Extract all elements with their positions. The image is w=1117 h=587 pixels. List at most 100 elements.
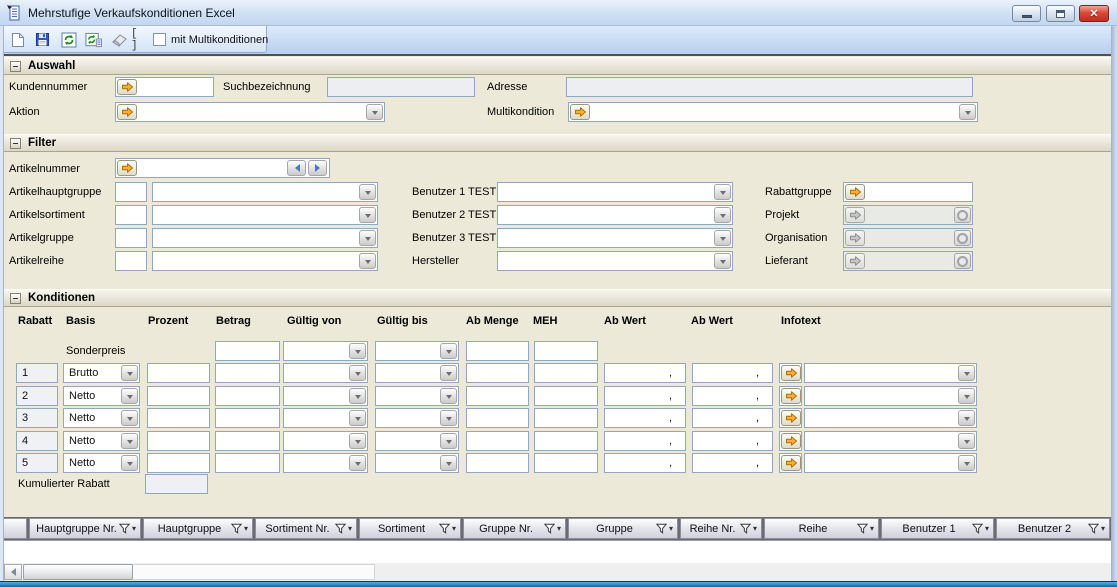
benutzer2-combobox[interactable]: [497, 205, 733, 225]
artikelnummer-input[interactable]: [140, 160, 285, 176]
grid-column-header-benutzer-2[interactable]: Benutzer 2▾: [996, 518, 1110, 539]
infotext-lookup-button[interactable]: [781, 433, 801, 449]
rabattgruppe-input[interactable]: [868, 184, 970, 200]
column-dropdown-icon[interactable]: ▾: [132, 524, 136, 533]
benutzer1-combobox[interactable]: [497, 182, 733, 202]
infotext-combobox[interactable]: [804, 363, 977, 383]
artikelnummer-lookup-button[interactable]: [117, 160, 137, 176]
infotext-lookup-button[interactable]: [781, 455, 801, 471]
collapse-filter-icon[interactable]: [10, 138, 21, 149]
minimize-button[interactable]: [1012, 5, 1041, 22]
artikelgruppe-combobox[interactable]: [152, 228, 378, 248]
infotext-lookup-button[interactable]: [781, 410, 801, 426]
meh-input[interactable]: [534, 431, 598, 451]
save-icon[interactable]: [34, 31, 51, 48]
betrag-input[interactable]: [215, 431, 280, 451]
prozent-input[interactable]: [147, 431, 210, 451]
ab-menge-input[interactable]: [466, 453, 529, 473]
gueltig-bis-dropdown-icon[interactable]: [440, 455, 457, 471]
ab-wert-1-input[interactable]: [604, 363, 686, 383]
grid-column-header-sortiment-nr-[interactable]: Sortiment Nr.▾: [255, 518, 357, 539]
collapse-konditionen-icon[interactable]: [10, 293, 21, 304]
ab-wert-2-input[interactable]: [692, 386, 773, 406]
gueltig-bis-combobox[interactable]: [375, 453, 459, 473]
grid-column-header-hauptgruppe-nr-[interactable]: Hauptgruppe Nr.▾: [29, 518, 141, 539]
hersteller-combobox[interactable]: [497, 251, 733, 271]
prozent-input[interactable]: [147, 408, 210, 428]
gueltig-von-dropdown-icon[interactable]: [349, 365, 366, 381]
grid-column-header-reihe[interactable]: Reihe▾: [764, 518, 879, 539]
kundennummer-input[interactable]: [140, 79, 211, 95]
artikelsortiment-combobox[interactable]: [152, 205, 378, 225]
multikonditionen-checkbox[interactable]: [153, 33, 166, 46]
basis-dropdown-icon[interactable]: [121, 433, 138, 449]
gueltig-von-combobox[interactable]: [283, 453, 368, 473]
gueltig-bis-combobox[interactable]: [375, 363, 459, 383]
column-dropdown-icon[interactable]: ▾: [870, 524, 874, 533]
betrag-input[interactable]: [215, 453, 280, 473]
infotext-dropdown-icon[interactable]: [958, 410, 975, 426]
grid-column-header-gruppe-nr-[interactable]: Gruppe Nr.▾: [463, 518, 566, 539]
basis-dropdown-icon[interactable]: [121, 410, 138, 426]
grid-column-header-hauptgruppe[interactable]: Hauptgruppe▾: [143, 518, 253, 539]
aktion-combobox[interactable]: [115, 102, 385, 122]
basis-combobox[interactable]: Netto: [63, 453, 140, 473]
artikelreihe-combobox[interactable]: [152, 251, 378, 271]
prozent-input[interactable]: [147, 363, 210, 383]
filter-funnel-icon[interactable]: [857, 523, 868, 534]
prozent-input[interactable]: [147, 453, 210, 473]
ab-wert-1-input[interactable]: [604, 386, 686, 406]
sonderpreis-meh-input[interactable]: [534, 341, 598, 361]
infotext-lookup-button[interactable]: [781, 365, 801, 381]
gueltig-bis-combobox[interactable]: [375, 386, 459, 406]
filter-funnel-icon[interactable]: [335, 523, 346, 534]
aktion-dropdown-icon[interactable]: [366, 104, 383, 120]
basis-combobox[interactable]: Netto: [63, 386, 140, 406]
column-dropdown-icon[interactable]: ▾: [985, 524, 989, 533]
ab-wert-1-input[interactable]: [604, 408, 686, 428]
sonderpreis-gueltig-von-dropdown-icon[interactable]: [349, 343, 366, 359]
sonderpreis-ab-menge-input[interactable]: [466, 341, 529, 361]
sonderpreis-betrag-input[interactable]: [215, 341, 280, 361]
multikondition-dropdown-icon[interactable]: [959, 104, 976, 120]
multikondition-combobox[interactable]: [568, 102, 978, 122]
betrag-input[interactable]: [215, 386, 280, 406]
artikelnummer-next-icon[interactable]: [308, 160, 327, 176]
gueltig-bis-dropdown-icon[interactable]: [440, 365, 457, 381]
benutzer1-dropdown-icon[interactable]: [714, 184, 731, 200]
artikelhauptgruppe-dropdown-icon[interactable]: [359, 184, 376, 200]
sonderpreis-gueltig-von-combobox[interactable]: [283, 341, 368, 361]
infotext-dropdown-icon[interactable]: [958, 455, 975, 471]
artikelnummer-prev-icon[interactable]: [287, 160, 306, 176]
filter-funnel-icon[interactable]: [1088, 523, 1099, 534]
kundennummer-lookup-button[interactable]: [117, 79, 137, 95]
brackets-icon[interactable]: [ ]: [131, 31, 149, 48]
benutzer3-combobox[interactable]: [497, 228, 733, 248]
column-dropdown-icon[interactable]: ▾: [348, 524, 352, 533]
basis-combobox[interactable]: Brutto: [63, 363, 140, 383]
gueltig-von-combobox[interactable]: [283, 363, 368, 383]
close-button[interactable]: ✕: [1079, 5, 1109, 22]
hersteller-dropdown-icon[interactable]: [714, 253, 731, 269]
column-dropdown-icon[interactable]: ▾: [244, 524, 248, 533]
column-dropdown-icon[interactable]: ▾: [557, 524, 561, 533]
grid-column-header-sortiment[interactable]: Sortiment▾: [359, 518, 461, 539]
filter-funnel-icon[interactable]: [439, 523, 450, 534]
grid-column-header-benutzer-1[interactable]: Benutzer 1▾: [881, 518, 994, 539]
gueltig-von-dropdown-icon[interactable]: [349, 410, 366, 426]
meh-input[interactable]: [534, 386, 598, 406]
basis-combobox[interactable]: Netto: [63, 431, 140, 451]
gueltig-von-combobox[interactable]: [283, 431, 368, 451]
artikelgruppe-nr-input[interactable]: [115, 228, 147, 248]
artikelhauptgruppe-combobox[interactable]: [152, 182, 378, 202]
artikelhauptgruppe-nr-input[interactable]: [115, 182, 147, 202]
gueltig-bis-combobox[interactable]: [375, 431, 459, 451]
filter-funnel-icon[interactable]: [544, 523, 555, 534]
eraser-icon[interactable]: [111, 31, 128, 48]
gueltig-von-combobox[interactable]: [283, 386, 368, 406]
basis-dropdown-icon[interactable]: [121, 455, 138, 471]
column-dropdown-icon[interactable]: ▾: [669, 524, 673, 533]
rabattgruppe-lookup-button[interactable]: [845, 184, 865, 200]
basis-combobox[interactable]: Netto: [63, 408, 140, 428]
artikelsortiment-dropdown-icon[interactable]: [359, 207, 376, 223]
